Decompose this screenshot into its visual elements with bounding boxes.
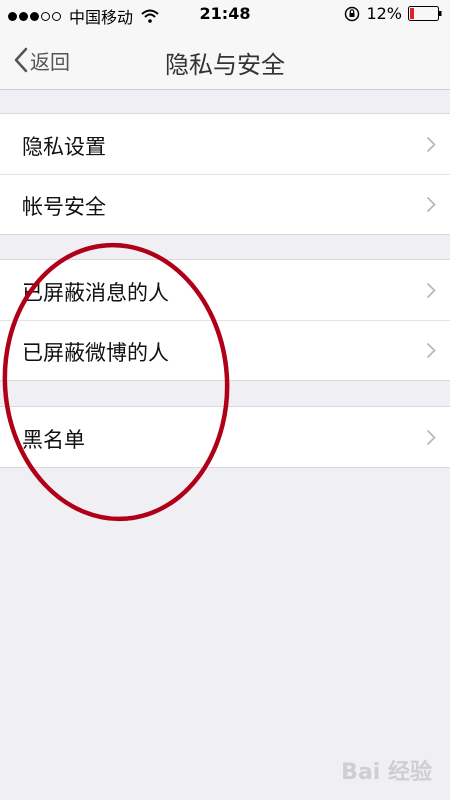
- battery-percent: 12%: [366, 4, 402, 23]
- chevron-right-icon: [426, 342, 436, 359]
- chevron-right-icon: [426, 282, 436, 299]
- row-label: 帐号安全: [22, 195, 106, 219]
- blocked-messages-row[interactable]: 已屏蔽消息的人: [0, 260, 450, 320]
- privacy-settings-row[interactable]: 隐私设置: [0, 114, 450, 174]
- navigation-bar: 返回 隐私与安全: [0, 30, 450, 90]
- rotation-lock-icon: [345, 6, 360, 21]
- settings-group-account: 隐私设置 帐号安全: [0, 113, 450, 235]
- settings-group-blacklist: 黑名单: [0, 406, 450, 468]
- row-label: 已屏蔽消息的人: [22, 281, 169, 305]
- settings-group-blocked: 已屏蔽消息的人 已屏蔽微博的人: [0, 259, 450, 381]
- chevron-right-icon: [426, 429, 436, 446]
- page-title: 隐私与安全: [165, 51, 285, 79]
- status-bar: 中国移动 21:48 12%: [0, 0, 450, 30]
- chevron-right-icon: [426, 196, 436, 213]
- blacklist-row[interactable]: 黑名单: [0, 407, 450, 467]
- row-label: 已屏蔽微博的人: [22, 341, 169, 365]
- chevron-right-icon: [426, 136, 436, 153]
- status-right: 12%: [344, 4, 442, 23]
- battery-icon: [408, 6, 442, 21]
- blocked-weibo-row[interactable]: 已屏蔽微博的人: [0, 320, 450, 380]
- screen: 中国移动 21:48 12% 返回 隐私与安全 隐私设置 帐号安全 已屏蔽消息的…: [0, 0, 450, 800]
- account-security-row[interactable]: 帐号安全: [0, 174, 450, 234]
- watermark-logo: Bai 经验: [341, 760, 432, 785]
- row-label: 黑名单: [22, 428, 85, 452]
- row-label: 隐私设置: [22, 135, 106, 159]
